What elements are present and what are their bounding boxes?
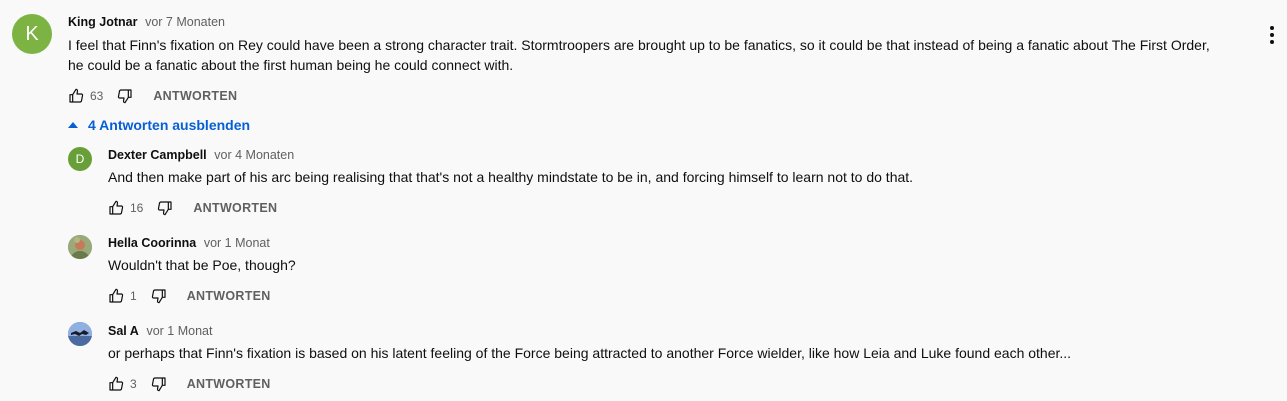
comment-time[interactable]: vor 7 Monaten (145, 15, 225, 29)
reply-time[interactable]: vor 4 Monaten (214, 148, 294, 162)
thumbs-down-icon[interactable] (147, 284, 171, 308)
thumbs-down-icon[interactable] (147, 372, 171, 396)
like-count: 1 (130, 289, 137, 303)
reply-author[interactable]: Dexter Campbell (108, 148, 207, 162)
hide-replies-label: 4 Antworten ausblenden (88, 117, 251, 133)
reply-time[interactable]: vor 1 Monat (204, 236, 270, 250)
reply-button[interactable]: ANTWORTEN (187, 377, 271, 391)
avatar-letter: K (25, 22, 39, 45)
reply-author[interactable]: Hella Coorinna (108, 236, 196, 250)
comment-header: King Jotnar vor 7 Monaten (68, 13, 225, 31)
avatar[interactable] (68, 322, 92, 346)
reply-author[interactable]: Sal A (108, 324, 139, 338)
thumbs-down-icon[interactable] (153, 196, 177, 220)
thumbs-down-icon[interactable] (113, 84, 137, 108)
thumbs-up-icon[interactable] (104, 284, 128, 308)
like-count: 63 (90, 89, 104, 103)
avatar[interactable]: D (68, 147, 92, 171)
avatar-image (68, 322, 92, 346)
thumbs-up-icon[interactable] (104, 196, 128, 220)
comment-author[interactable]: King Jotnar (68, 15, 137, 29)
reply-actions: 3 ANTWORTEN (104, 372, 271, 396)
reply-header: Hella Coorinna vor 1 Monat (108, 234, 270, 252)
avatar-image (68, 235, 92, 259)
reply-button[interactable]: ANTWORTEN (153, 89, 237, 103)
reply-text: Wouldn't that be Poe, though? (108, 257, 296, 273)
more-vert-icon[interactable] (1262, 24, 1282, 46)
reply-text: or perhaps that Finn's fixation is based… (108, 345, 1072, 361)
reply-header: Sal A vor 1 Monat (108, 322, 212, 340)
comment-text: I feel that Finn's fixation on Rey could… (68, 37, 1210, 73)
avatar[interactable] (68, 235, 92, 259)
avatar-letter: D (75, 152, 85, 166)
reply-text: And then make part of his arc being real… (108, 169, 914, 185)
avatar[interactable]: K (12, 14, 52, 54)
thumbs-up-icon[interactable] (104, 372, 128, 396)
comment-actions: 63 ANTWORTEN (64, 84, 237, 108)
hide-replies-toggle[interactable]: 4 Antworten ausblenden (64, 115, 250, 135)
reply-button[interactable]: ANTWORTEN (187, 289, 271, 303)
reply-time[interactable]: vor 1 Monat (146, 324, 212, 338)
reply-button[interactable]: ANTWORTEN (193, 201, 277, 215)
caret-up-icon (68, 122, 78, 128)
like-count: 3 (130, 377, 137, 391)
reply-header: Dexter Campbell vor 4 Monaten (108, 146, 294, 164)
reply-actions: 1 ANTWORTEN (104, 284, 271, 308)
reply-actions: 16 ANTWORTEN (104, 196, 277, 220)
thumbs-up-icon[interactable] (64, 84, 88, 108)
like-count: 16 (130, 201, 144, 215)
